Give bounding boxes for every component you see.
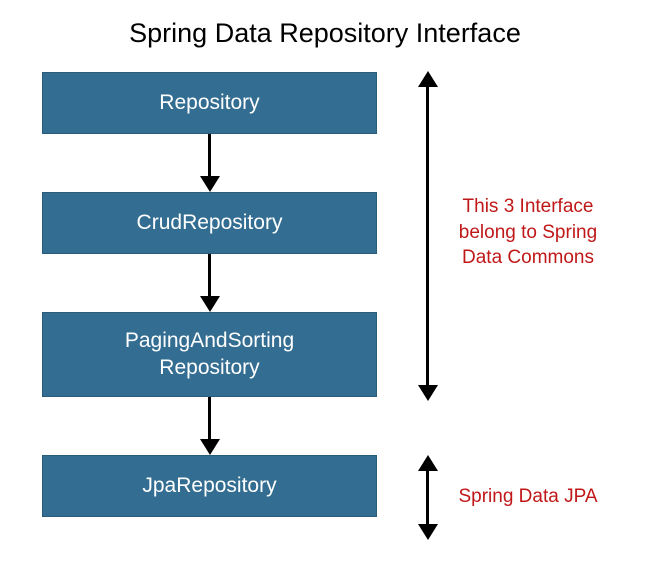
annotation-line: belong to Spring xyxy=(448,220,608,246)
range-bracket-commons xyxy=(426,86,429,386)
annotation-spring-data-jpa: Spring Data JPA xyxy=(448,484,608,510)
arrowhead-down-icon xyxy=(200,439,220,455)
annotation-line: Data Commons xyxy=(448,245,608,271)
box-repository: Repository xyxy=(42,72,377,134)
box-label: CrudRepository xyxy=(137,211,283,235)
box-paging-sorting-repository: PagingAndSorting Repository xyxy=(42,312,377,397)
page-title: Spring Data Repository Interface xyxy=(0,0,650,49)
box-label: Repository xyxy=(159,91,259,115)
box-label-line1: PagingAndSorting xyxy=(125,328,294,354)
connector-line xyxy=(208,254,211,298)
annotation-spring-data-commons: This 3 Interface belong to Spring Data C… xyxy=(448,194,608,271)
arrowhead-down-icon xyxy=(200,296,220,312)
diagram: Repository CrudRepository PagingAndSorti… xyxy=(42,72,612,562)
box-crud-repository: CrudRepository xyxy=(42,192,377,254)
arrowhead-up-icon xyxy=(418,71,438,87)
arrowhead-down-icon xyxy=(200,176,220,192)
arrowhead-down-icon xyxy=(418,385,438,401)
connector-line xyxy=(208,397,211,441)
box-label: JpaRepository xyxy=(142,474,276,498)
range-bracket-jpa xyxy=(426,470,429,525)
box-jpa-repository: JpaRepository xyxy=(42,455,377,517)
box-label-line2: Repository xyxy=(159,355,259,381)
connector-line xyxy=(208,134,211,178)
arrowhead-down-icon xyxy=(418,524,438,540)
arrowhead-up-icon xyxy=(418,455,438,471)
annotation-line: This 3 Interface xyxy=(448,194,608,220)
annotation-line: Spring Data JPA xyxy=(458,486,597,507)
